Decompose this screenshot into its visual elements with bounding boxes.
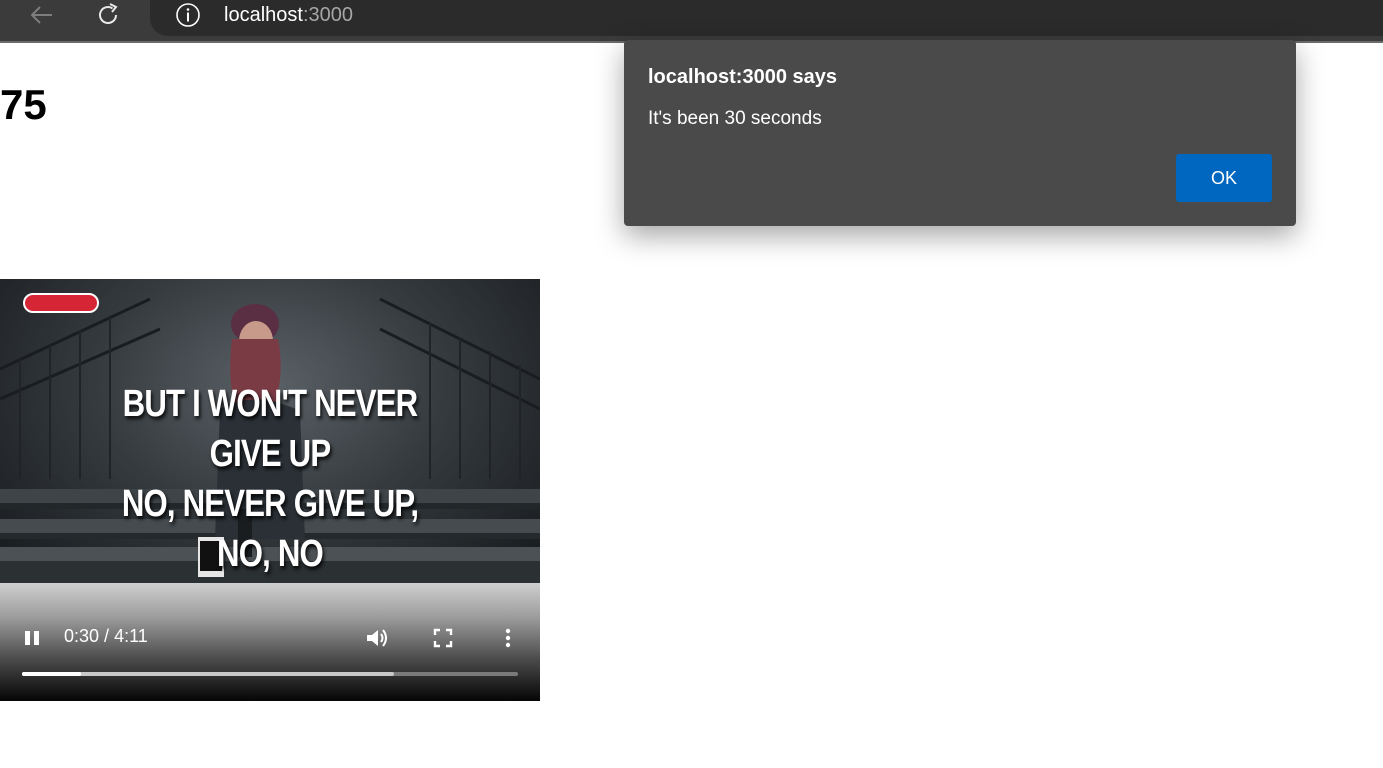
url-port: :3000 (302, 4, 353, 26)
volume-button[interactable] (362, 623, 392, 653)
video-controls: 0:30 / 4:11 (0, 583, 540, 701)
pause-icon (25, 631, 39, 645)
back-arrow-icon (30, 6, 52, 24)
duration: 4:11 (114, 626, 148, 646)
pause-button[interactable] (18, 623, 46, 653)
back-button[interactable] (22, 0, 62, 30)
video-player[interactable]: BUT I WON'T NEVER GIVE UP NO, NEVER GIVE… (0, 279, 540, 701)
more-options-button[interactable] (494, 623, 522, 653)
ok-button[interactable]: OK (1176, 154, 1272, 202)
url-host: localhost (224, 4, 303, 26)
volume-icon (367, 629, 387, 647)
counter-heading: 75 (0, 81, 47, 128)
video-frame[interactable]: BUT I WON'T NEVER GIVE UP NO, NEVER GIVE… (0, 279, 540, 583)
live-badge (23, 293, 99, 313)
dialog-title: localhost:3000 says (648, 66, 837, 88)
lyrics-line-1: BUT I WON'T NEVER GIVE UP (122, 383, 419, 475)
progress-bar[interactable] (22, 672, 518, 676)
dialog-message: It's been 30 seconds (648, 108, 822, 129)
browser-toolbar: localhost:3000 (0, 0, 1383, 43)
more-vert-icon (505, 628, 511, 648)
alert-dialog: localhost:3000 says It's been 30 seconds… (624, 40, 1296, 226)
video-lyrics: BUT I WON'T NEVER GIVE UP NO, NEVER GIVE… (98, 379, 442, 579)
address-bar[interactable]: localhost:3000 (150, 0, 1383, 36)
reload-icon (99, 3, 118, 24)
time-separator: / (99, 626, 115, 646)
reload-button[interactable] (88, 0, 128, 30)
url-text[interactable]: localhost:3000 (224, 2, 353, 28)
fullscreen-icon (433, 628, 453, 648)
current-time: 0:30 (64, 626, 100, 646)
time-display: 0:30 / 4:11 (64, 625, 148, 647)
progress-played (22, 672, 82, 676)
lyrics-line-2: NO, NEVER GIVE UP, NO, NO (121, 483, 419, 575)
fullscreen-button[interactable] (428, 623, 458, 653)
info-icon[interactable] (175, 2, 201, 28)
